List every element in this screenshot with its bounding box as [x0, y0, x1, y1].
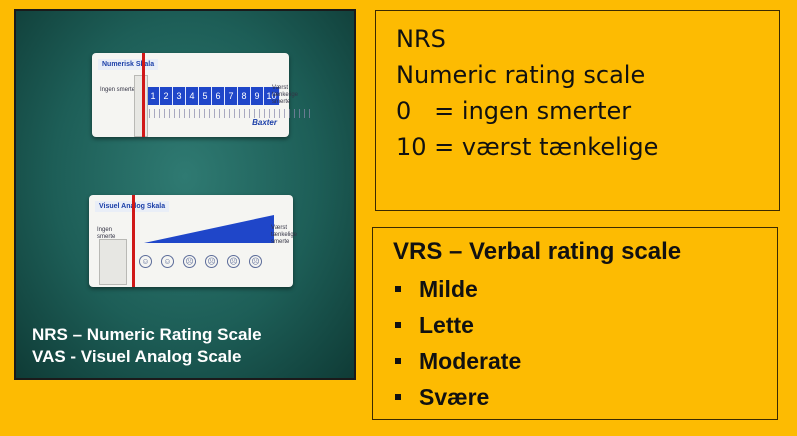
list-item: Moderate	[393, 343, 777, 379]
face-icon: ☺	[139, 255, 152, 268]
nrs-card-right-label: Værst tænkelige smerte	[272, 85, 299, 105]
nrs-card-title: Numerisk Skala	[98, 59, 159, 70]
vrs-list: Milde Lette Moderate Svære	[393, 271, 777, 415]
nrs-cell: 8	[238, 87, 251, 105]
vas-red-marker	[132, 195, 135, 287]
nrs-number-cells: 1 2 3 4 5 6 7 8 9 10	[147, 87, 280, 105]
nrs-ten-definition: 10 = værst tænkelige	[396, 133, 659, 161]
caption-vas: VAS - Visuel Analog Scale	[32, 347, 242, 366]
face-icon: ☺	[161, 255, 174, 268]
photo-caption: NRS – Numeric Rating Scale VAS - Visuel …	[32, 324, 262, 368]
vas-card-right-label: Værst tænkelige smerte	[271, 225, 298, 245]
nrs-panel: NRS Numeric rating scale 0 = ingen smert…	[375, 10, 780, 211]
face-icon: ☹	[249, 255, 262, 268]
list-item: Milde	[393, 271, 777, 307]
nrs-slider-strip	[134, 75, 148, 137]
vrs-item-label: Moderate	[419, 348, 522, 374]
face-icon: ☹	[183, 255, 196, 268]
vas-ruler-card: Visuel Analog Skala Ingen smerte Værst t…	[89, 195, 297, 287]
nrs-red-marker	[142, 53, 145, 137]
nrs-cell: 2	[160, 87, 173, 105]
vas-gradient-wedge	[144, 215, 274, 243]
face-icon: ☹	[227, 255, 240, 268]
vrs-item-label: Lette	[419, 312, 474, 338]
pain-scales-photo: Numerisk Skala Ingen smerte 1 2 3 4 5 6 …	[14, 9, 356, 380]
nrs-heading: NRS	[396, 25, 446, 53]
caption-nrs: NRS – Numeric Rating Scale	[32, 325, 262, 344]
bullet-icon	[395, 322, 401, 328]
nrs-cell: 3	[173, 87, 186, 105]
nrs-card-left-label: Ingen smerte	[100, 87, 136, 93]
vrs-item-label: Milde	[419, 276, 478, 302]
vrs-heading: VRS – Verbal rating scale	[393, 238, 682, 265]
baxter-logo: Baxter	[252, 118, 277, 127]
nrs-ruler-card: Numerisk Skala Ingen smerte 1 2 3 4 5 6 …	[92, 53, 314, 137]
nrs-cell: 7	[225, 87, 238, 105]
nrs-cell: 4	[186, 87, 199, 105]
nrs-cell: 9	[251, 87, 264, 105]
bullet-icon	[395, 358, 401, 364]
bullet-icon	[395, 394, 401, 400]
nrs-cell: 5	[199, 87, 212, 105]
nrs-zero-definition: 0 = ingen smerter	[396, 97, 632, 125]
nrs-ruler-ticks	[144, 109, 314, 118]
vrs-item-label: Svære	[419, 384, 490, 410]
nrs-cell: 6	[212, 87, 225, 105]
vrs-panel: VRS – Verbal rating scale Milde Lette Mo…	[372, 227, 778, 420]
list-item: Lette	[393, 307, 777, 343]
vas-slider-strip	[99, 239, 127, 285]
nrs-cell: 1	[147, 87, 160, 105]
face-icon: ☹	[205, 255, 218, 268]
nrs-subheading: Numeric rating scale	[396, 61, 646, 89]
bullet-icon	[395, 286, 401, 292]
list-item: Svære	[393, 379, 777, 415]
